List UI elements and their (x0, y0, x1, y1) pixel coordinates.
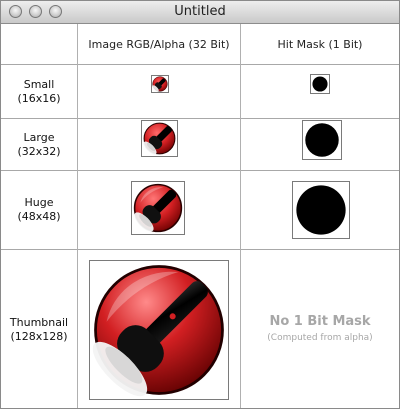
flashlight-icon (133, 183, 183, 233)
column-divider-1 (77, 24, 78, 408)
row-label-huge-size: (48x48) (17, 210, 61, 223)
column-divider-2 (240, 24, 241, 408)
row-label-thumbnail-name: Thumbnail (9, 315, 69, 329)
row-label-thumbnail-size: (128x128) (10, 329, 68, 343)
no-mask-title: No 1 Bit Mask (269, 314, 371, 329)
icon-table: Image RGB/Alpha (32 Bit) Hit Mask (1 Bit… (1, 24, 399, 408)
flashlight-icon (143, 122, 176, 155)
title-bar[interactable]: Untitled (1, 1, 399, 24)
small-mask-well[interactable] (310, 74, 330, 94)
thumbnail-rgb-well[interactable] (89, 260, 229, 400)
column-header-rgb: Image RGB/Alpha (32 Bit) (88, 37, 230, 51)
mask-circle-icon (312, 76, 328, 92)
mask-circle-icon (305, 123, 339, 157)
row-label-huge-name: Huge (24, 196, 54, 209)
huge-rgb-well[interactable] (131, 181, 185, 235)
row-label-large-name: Large (23, 130, 55, 144)
row-label-huge: Huge (48x48) (1, 171, 77, 249)
row-label-thumbnail: Thumbnail (128x128) (1, 250, 77, 408)
row-label-large-size: (32x32) (17, 144, 61, 158)
row-label-large: Large (32x32) (1, 119, 77, 170)
window-title: Untitled (174, 4, 226, 19)
row-label-small: Small (16x16) (1, 65, 77, 118)
row-label-small-size: (16x16) (17, 91, 61, 105)
large-mask-well[interactable] (302, 120, 342, 160)
row-label-small-name: Small (23, 77, 55, 91)
flashlight-icon (92, 265, 224, 397)
mask-circle-icon (296, 185, 346, 235)
column-header-mask: Hit Mask (1 Bit) (277, 37, 363, 51)
small-rgb-well[interactable] (151, 75, 169, 93)
icon-family-window: Untitled Image RGB/Alpha (32 Bit) Hit Ma… (0, 0, 400, 409)
large-rgb-well[interactable] (141, 120, 178, 157)
no-mask-subtitle: (Computed from alpha) (267, 333, 373, 343)
huge-mask-well[interactable] (292, 181, 350, 239)
flashlight-icon (152, 76, 168, 92)
no-mask-message: No 1 Bit Mask (Computed from alpha) (241, 314, 399, 344)
